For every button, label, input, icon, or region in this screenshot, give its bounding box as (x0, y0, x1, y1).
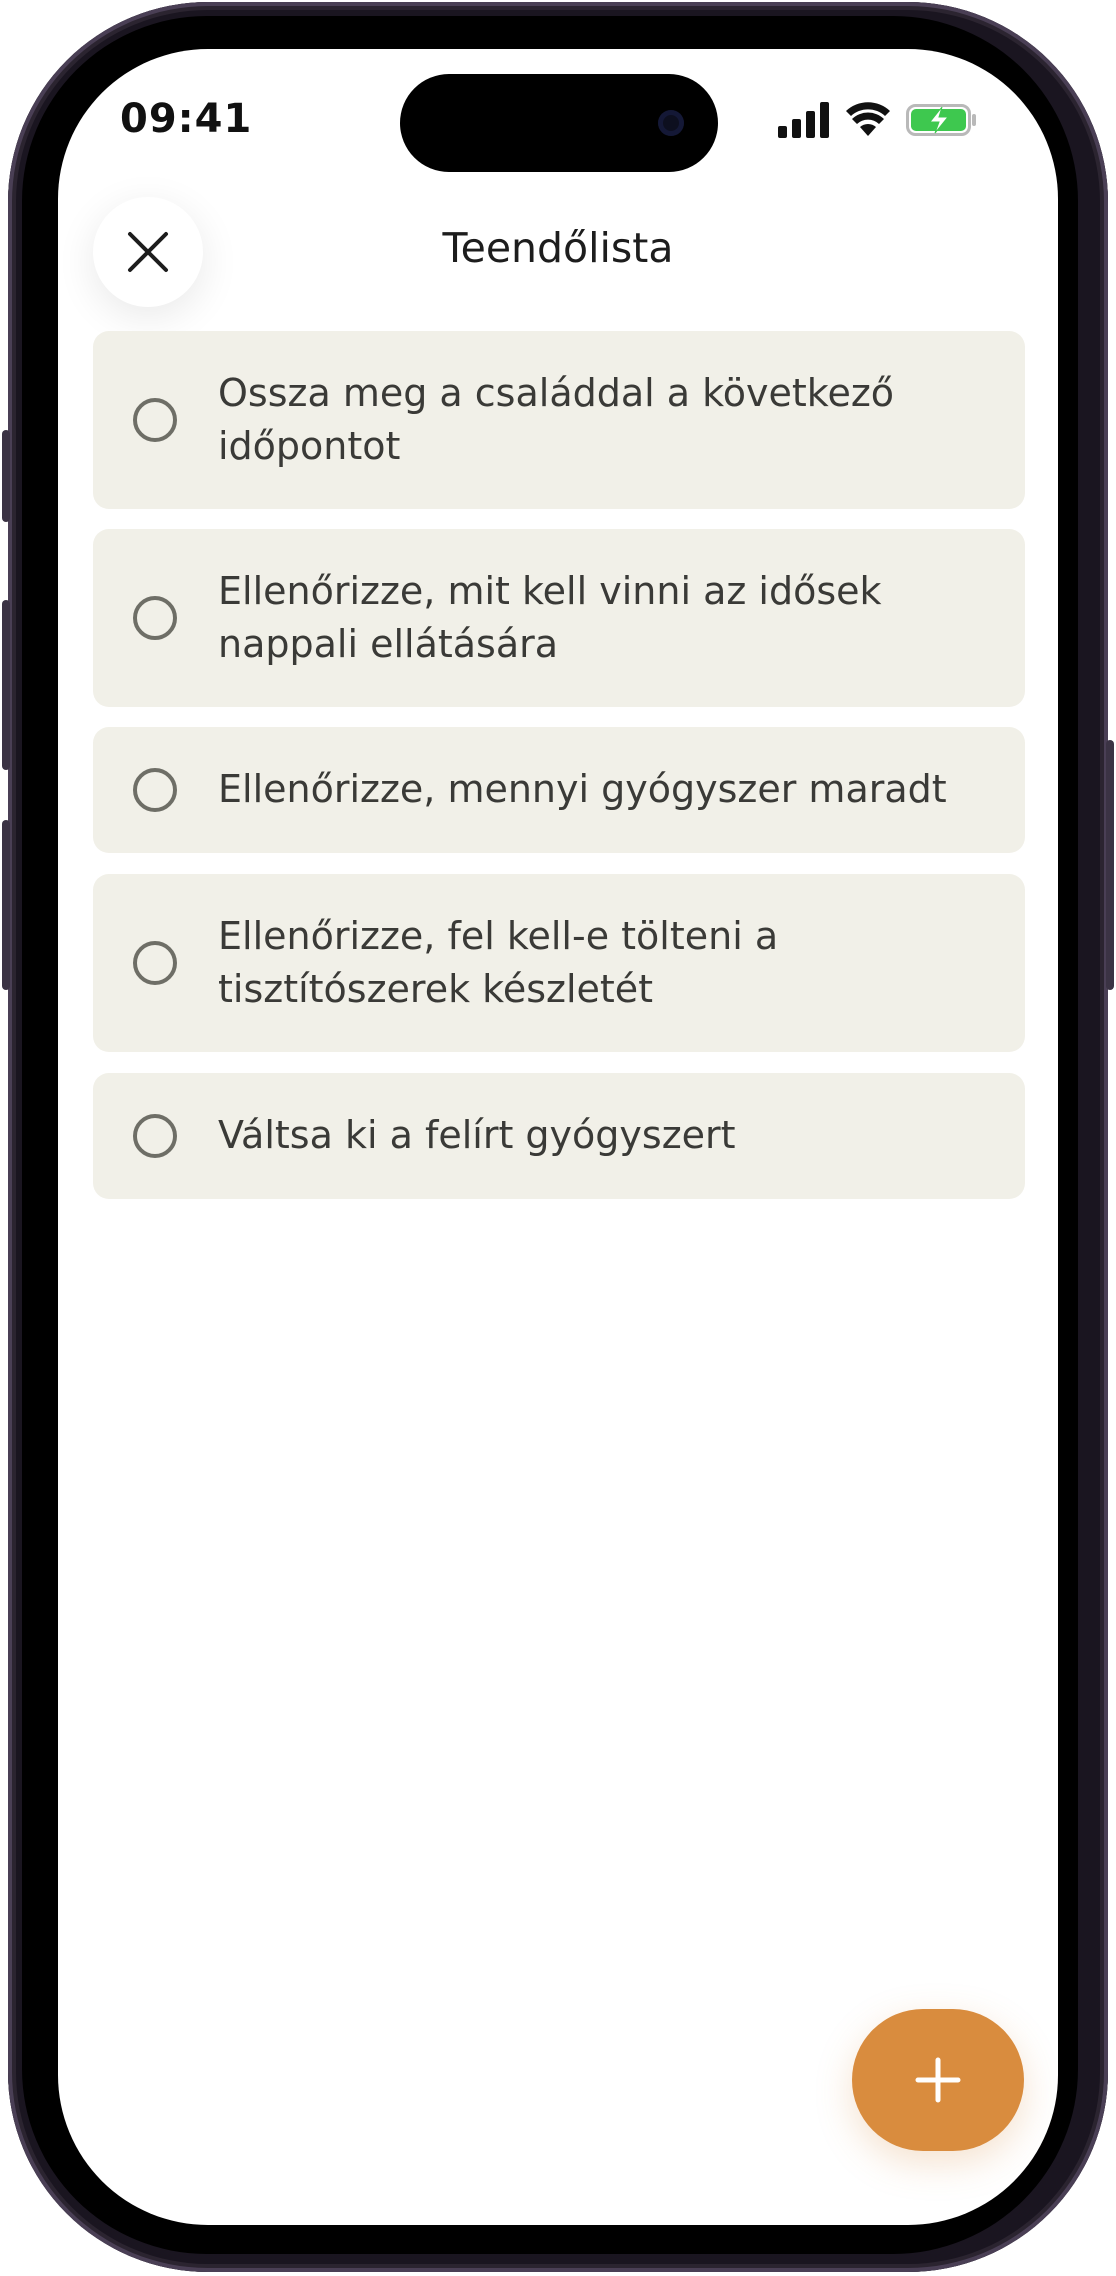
task-item[interactable]: Ellenőrizze, fel kell-e tölteni a tisztí… (93, 874, 1025, 1052)
task-checkbox[interactable] (133, 1114, 177, 1158)
task-checkbox[interactable] (133, 398, 177, 442)
plus-icon (915, 2057, 961, 2103)
task-label: Ossza meg a családdal a következő időpon… (218, 371, 895, 468)
task-item[interactable]: Ellenőrizze, mit kell vinni az idősek na… (93, 529, 1025, 707)
status-time: 09:41 (120, 96, 253, 142)
power-button (1106, 740, 1114, 990)
device-canvas: 09:41 Teendőlista Ossza meg a családdal … (0, 0, 1116, 2276)
volume-down-button (2, 820, 10, 990)
add-task-button[interactable] (852, 2009, 1024, 2151)
page-title: Teendőlista (442, 224, 674, 272)
task-label: Ellenőrizze, mennyi gyógyszer maradt (218, 767, 947, 811)
volume-up-button (2, 600, 10, 770)
cellular-signal-icon (778, 102, 829, 138)
task-checkbox[interactable] (133, 941, 177, 985)
task-checkbox[interactable] (133, 596, 177, 640)
dynamic-island (400, 74, 718, 172)
status-icons (778, 100, 978, 140)
task-checkbox[interactable] (133, 768, 177, 812)
task-label: Ellenőrizze, fel kell-e tölteni a tisztí… (218, 914, 779, 1011)
task-item[interactable]: Váltsa ki a felírt gyógyszert (93, 1073, 1025, 1199)
battery-charging-icon (906, 104, 976, 136)
action-button (2, 430, 10, 522)
task-label: Váltsa ki a felírt gyógyszert (218, 1113, 736, 1157)
camera-icon (658, 110, 684, 136)
task-item[interactable]: Ossza meg a családdal a következő időpon… (93, 331, 1025, 509)
task-label: Ellenőrizze, mit kell vinni az idősek na… (218, 569, 882, 666)
wifi-icon (846, 102, 890, 136)
task-item[interactable]: Ellenőrizze, mennyi gyógyszer maradt (93, 727, 1025, 853)
